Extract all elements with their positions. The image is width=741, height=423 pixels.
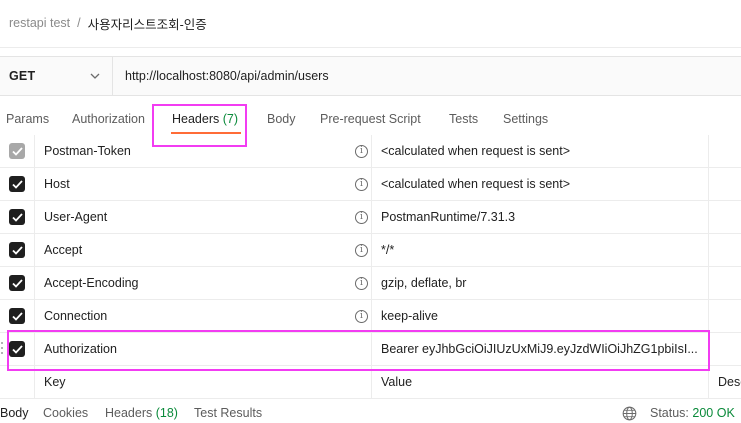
column-divider xyxy=(371,234,372,266)
header-key: Accept-Encoding xyxy=(44,276,139,290)
checkbox-cell xyxy=(0,168,35,200)
row-checkbox[interactable] xyxy=(9,209,25,225)
chevron-down-icon xyxy=(89,70,101,82)
breadcrumb-separator: / xyxy=(77,16,81,30)
column-divider xyxy=(708,168,709,200)
response-tab-headers-count: (18) xyxy=(155,406,178,420)
info-icon[interactable]: i xyxy=(355,244,368,257)
checkbox-cell xyxy=(0,201,35,233)
column-divider xyxy=(708,267,709,299)
response-tab-cookies[interactable]: Cookies xyxy=(43,406,88,420)
column-divider xyxy=(371,300,372,332)
info-icon[interactable]: i xyxy=(355,145,368,158)
table-row: Accept-Encoding i gzip, deflate, br xyxy=(0,267,741,300)
highlight-box-authorization-row xyxy=(7,330,710,371)
table-row: Connection i keep-alive xyxy=(0,300,741,333)
info-icon[interactable]: i xyxy=(355,211,368,224)
breadcrumb-collection[interactable]: restapi test xyxy=(9,16,70,30)
column-divider xyxy=(371,201,372,233)
checkbox-cell xyxy=(0,234,35,266)
header-key: Connection xyxy=(44,309,108,323)
request-url-bar: GET http://localhost:8080/api/admin/user… xyxy=(0,56,741,96)
info-icon[interactable]: i xyxy=(355,310,368,323)
highlight-box-headers-tab xyxy=(152,104,247,147)
header-value: keep-alive xyxy=(381,309,438,323)
request-name[interactable]: 사용자리스트조회-인증 xyxy=(88,14,207,33)
column-divider xyxy=(708,234,709,266)
table-row: Host i <calculated when request is sent> xyxy=(0,168,741,201)
response-tab-headers-label: Headers xyxy=(105,406,153,420)
response-tab-test-results[interactable]: Test Results xyxy=(194,406,262,420)
response-bar: Body Cookies Headers (18) Test Results S… xyxy=(0,398,741,423)
tab-tests[interactable]: Tests xyxy=(449,100,478,138)
column-divider xyxy=(708,300,709,332)
header-key: Accept xyxy=(44,243,83,257)
status-value[interactable]: 200 OK xyxy=(692,406,734,420)
table-row: Accept i */* xyxy=(0,234,741,267)
info-icon[interactable]: i xyxy=(355,277,368,290)
tab-body[interactable]: Body xyxy=(267,100,296,138)
tab-pre-request-script[interactable]: Pre-request Script xyxy=(320,100,421,138)
method-label: GET xyxy=(9,69,36,83)
drag-handle-icon[interactable] xyxy=(1,342,5,356)
row-checkbox[interactable] xyxy=(9,308,25,324)
column-divider xyxy=(708,201,709,233)
row-checkbox[interactable] xyxy=(9,242,25,258)
response-tab-body[interactable]: Body xyxy=(0,406,29,420)
column-divider xyxy=(371,267,372,299)
status-label: Status: xyxy=(650,406,689,420)
row-checkbox[interactable] xyxy=(9,176,25,192)
table-row: Postman-Token i <calculated when request… xyxy=(0,135,741,168)
tab-settings[interactable]: Settings xyxy=(503,100,548,138)
header-value: PostmanRuntime/7.31.3 xyxy=(381,210,516,224)
row-checkbox[interactable] xyxy=(9,275,25,291)
column-divider xyxy=(371,135,372,167)
column-divider xyxy=(371,168,372,200)
tab-params[interactable]: Params xyxy=(6,100,49,138)
header-key: User-Agent xyxy=(44,210,108,224)
header-value: gzip, deflate, br xyxy=(381,276,467,290)
header-key: Postman-Token xyxy=(44,144,131,158)
header-value: <calculated when request is sent> xyxy=(381,177,571,191)
new-description-input[interactable]: Desc xyxy=(718,366,741,398)
row-checkbox[interactable] xyxy=(9,143,25,159)
checkbox-cell xyxy=(0,300,35,332)
divider xyxy=(0,47,741,48)
column-divider xyxy=(708,135,709,167)
response-tab-headers[interactable]: Headers (18) xyxy=(105,406,178,420)
url-input[interactable]: http://localhost:8080/api/admin/users xyxy=(113,57,741,95)
checkbox-cell xyxy=(0,267,35,299)
method-select[interactable]: GET xyxy=(0,57,113,95)
header-value: */* xyxy=(381,243,395,257)
table-row: User-Agent i PostmanRuntime/7.31.3 xyxy=(0,201,741,234)
header-value: <calculated when request is sent> xyxy=(381,144,571,158)
checkbox-cell xyxy=(0,135,35,167)
globe-icon[interactable] xyxy=(622,406,637,421)
request-tabs: Params Authorization Headers (7) Body Pr… xyxy=(0,100,741,138)
info-icon[interactable]: i xyxy=(355,178,368,191)
breadcrumb: restapi test / 사용자리스트조회-인증 xyxy=(9,14,207,32)
header-key: Host xyxy=(44,177,70,191)
response-status: Status: 200 OK xyxy=(650,406,735,420)
tab-authorization[interactable]: Authorization xyxy=(72,100,145,138)
